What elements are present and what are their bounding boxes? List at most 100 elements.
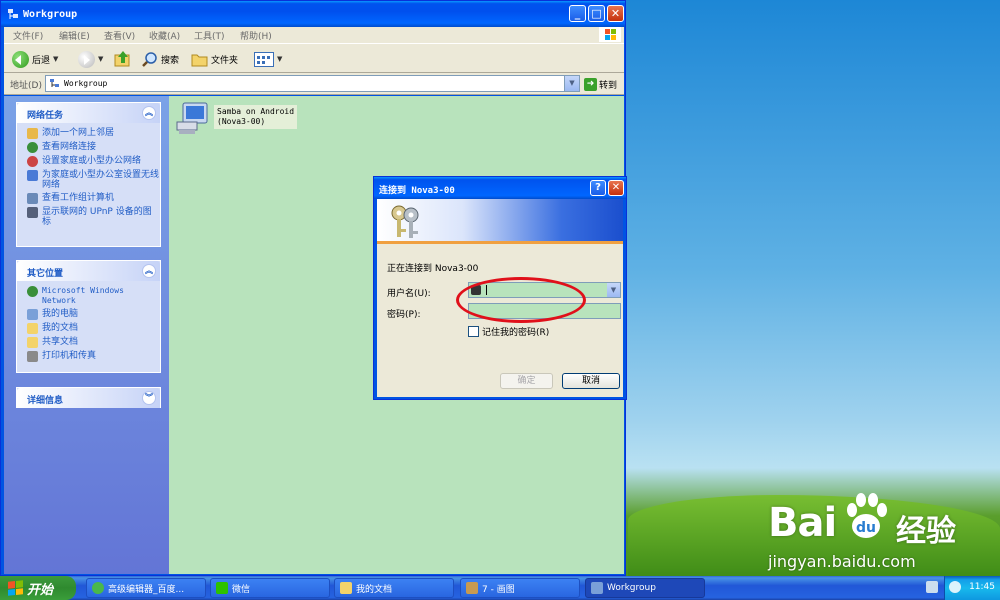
details-title: 详细信息 <box>27 396 64 406</box>
network-computer-label: Samba on Android (Nova3-00) <box>214 105 298 129</box>
forward-button[interactable]: ▼ <box>78 50 103 68</box>
task-show-upnp[interactable]: 显示联网的 UPnP 设备的图标 <box>27 207 160 227</box>
workgroup-icon <box>27 193 38 204</box>
menu-view[interactable]: 查看(V) <box>104 29 135 42</box>
system-tray: 11:45 <box>944 576 1000 600</box>
views-button[interactable]: ▼ <box>254 50 282 68</box>
details-header[interactable]: 详细信息 ︾ <box>17 388 160 408</box>
details-panel: 详细信息 ︾ <box>16 387 161 408</box>
task-wechat[interactable]: 微信 <box>210 578 330 598</box>
chevron-down-icon: ▼ <box>277 55 283 63</box>
maximize-button[interactable]: □ <box>588 5 605 22</box>
back-label: 后退 <box>32 55 51 66</box>
taskbar: 开始 高级编辑器_百度... 微信 我的文档 7 - 画图 Workgroup … <box>0 576 1000 600</box>
start-label: 开始 <box>27 582 54 598</box>
dialog-titlebar[interactable]: 连接到 Nova3-00 ? ✕ <box>374 177 626 199</box>
computer-icon <box>27 309 38 320</box>
minimize-button[interactable]: _ <box>569 5 586 22</box>
folder-icon <box>27 323 38 334</box>
highlight-circle-annotation <box>456 277 586 323</box>
collapse-chevron-icon[interactable]: ︽ <box>142 106 156 120</box>
network-icon <box>591 582 603 594</box>
network-tasks-header[interactable]: 网络任务 ︽ <box>17 103 160 123</box>
ok-button[interactable]: 确定 <box>500 373 553 389</box>
start-button[interactable]: 开始 <box>0 576 76 600</box>
globe-icon <box>27 142 38 153</box>
windows-flag-icon <box>8 580 23 596</box>
address-dropdown-button[interactable]: ▼ <box>564 76 579 91</box>
chevron-down-icon: ▼ <box>53 55 59 63</box>
collapse-chevron-icon[interactable]: ︽ <box>142 264 156 278</box>
place-my-computer[interactable]: 我的电脑 <box>27 309 160 320</box>
expand-chevron-icon[interactable]: ︾ <box>142 391 156 405</box>
network-icon <box>8 9 18 19</box>
tray-arrow-icon[interactable] <box>949 581 961 593</box>
address-bar: 地址(D) Workgroup ▼ ➜ 转到 <box>4 73 624 95</box>
printer-icon <box>27 351 38 362</box>
window-titlebar[interactable]: Workgroup _ □ ✕ <box>1 1 625 27</box>
views-icon <box>254 51 274 67</box>
folders-button[interactable]: 文件夹 <box>191 50 238 68</box>
other-places-header[interactable]: 其它位置 ︽ <box>17 261 160 281</box>
task-baidu-editor[interactable]: 高级编辑器_百度... <box>86 578 206 598</box>
task-setup-wireless[interactable]: 为家庭或小型办公室设置无线网络 <box>27 170 160 190</box>
place-ms-network[interactable]: Microsoft Windows Network <box>27 286 160 306</box>
paw-icon: du <box>847 493 887 538</box>
wechat-icon <box>216 582 228 594</box>
menu-bar: 文件(F) 编辑(E) 查看(V) 收藏(A) 工具(T) 帮助(H) <box>4 27 624 43</box>
go-arrow-icon: ➜ <box>584 77 597 91</box>
task-view-connections[interactable]: 查看网络连接 <box>27 142 160 153</box>
address-input[interactable]: Workgroup ▼ <box>45 75 580 92</box>
network-place-icon <box>27 128 38 139</box>
toolbar: 后退 ▼ ▼ 搜索 文件夹 ▼ <box>4 43 624 73</box>
address-label: 地址(D) <box>10 81 42 91</box>
dialog-banner <box>377 199 623 244</box>
shared-folder-icon <box>27 337 38 348</box>
network-tasks-panel: 网络任务 ︽ 添加一个网上邻居 查看网络连接 设置家庭或小型办公网络 为家庭或小… <box>16 102 161 247</box>
menu-favorites[interactable]: 收藏(A) <box>149 29 180 42</box>
other-places-title: 其它位置 <box>27 269 64 279</box>
menu-tools[interactable]: 工具(T) <box>194 29 225 42</box>
search-label: 搜索 <box>161 55 180 66</box>
menu-edit[interactable]: 编辑(E) <box>59 29 90 42</box>
globe-icon <box>27 286 38 297</box>
network-computer-item[interactable]: Samba on Android (Nova3-00) <box>173 100 298 136</box>
up-folder-icon <box>114 51 130 67</box>
help-button[interactable]: ? <box>590 180 606 196</box>
go-button[interactable]: ➜ 转到 <box>584 76 620 92</box>
task-paint[interactable]: 7 - 画图 <box>460 578 580 598</box>
menu-file[interactable]: 文件(F) <box>13 29 43 42</box>
network-icon <box>50 79 59 87</box>
menu-help[interactable]: 帮助(H) <box>240 29 272 42</box>
dialog-close-button[interactable]: ✕ <box>608 180 624 196</box>
back-button[interactable]: 后退 ▼ <box>12 50 58 68</box>
clock: 11:45 <box>969 582 995 592</box>
other-places-panel: 其它位置 ︽ Microsoft Windows Network 我的电脑 我的… <box>16 260 161 373</box>
task-workgroup[interactable]: Workgroup <box>585 578 705 598</box>
username-label: 用户名(U): <box>387 289 431 299</box>
dialog-title: 连接到 Nova3-00 <box>379 186 455 196</box>
svg-text:du: du <box>856 520 876 536</box>
task-my-documents[interactable]: 我的文档 <box>334 578 454 598</box>
watermark-url: jingyan.baidu.com <box>768 552 916 571</box>
password-label: 密码(P): <box>387 310 421 320</box>
baidu-watermark: Bai du 经验 jingyan.baidu.com <box>768 492 993 574</box>
place-shared-documents[interactable]: 共享文档 <box>27 337 160 348</box>
search-icon <box>142 51 157 67</box>
username-dropdown-button[interactable]: ▼ <box>607 283 620 297</box>
checkbox-box[interactable] <box>468 326 479 337</box>
remember-password-checkbox[interactable]: 记住我的密码(R) <box>468 325 549 338</box>
cancel-button[interactable]: 取消 <box>562 373 620 389</box>
search-button[interactable]: 搜索 <box>141 50 179 68</box>
windows-logo-icon <box>599 27 621 42</box>
network-tasks-title: 网络任务 <box>27 111 64 121</box>
place-printers[interactable]: 打印机和传真 <box>27 351 160 362</box>
up-folder-button[interactable] <box>114 50 132 68</box>
address-value: Workgroup <box>64 79 108 88</box>
place-my-documents[interactable]: 我的文档 <box>27 323 160 334</box>
close-button[interactable]: ✕ <box>607 5 624 22</box>
task-setup-home-network[interactable]: 设置家庭或小型办公网络 <box>27 156 160 167</box>
task-add-network-place[interactable]: 添加一个网上邻居 <box>27 128 160 139</box>
keyboard-icon[interactable] <box>926 581 938 593</box>
task-view-workgroup[interactable]: 查看工作组计算机 <box>27 193 160 204</box>
